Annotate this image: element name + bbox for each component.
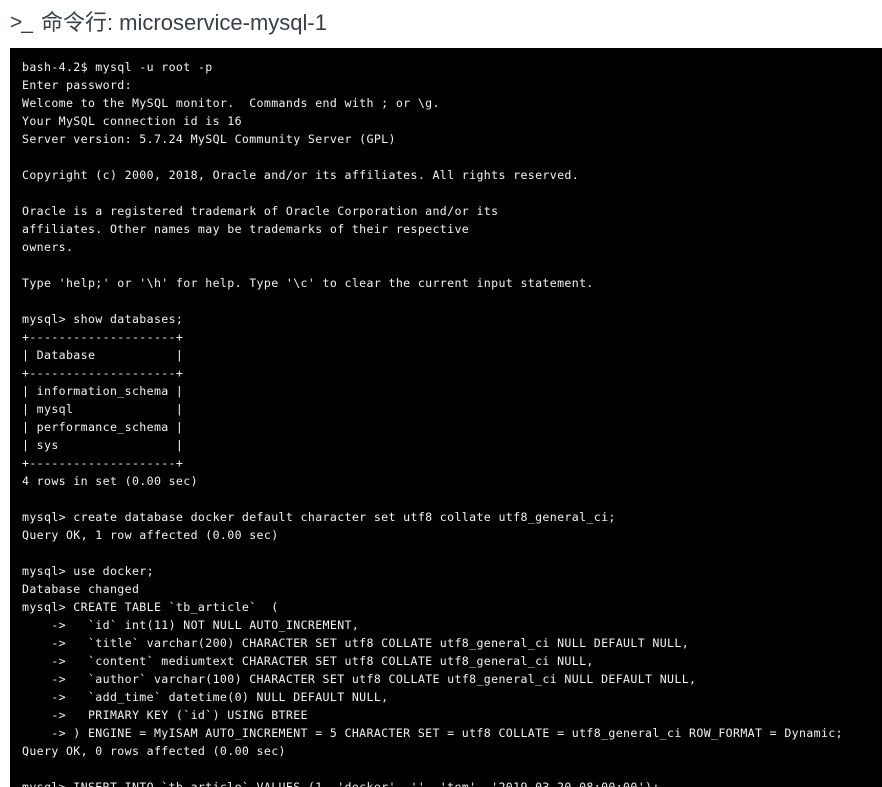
terminal-line: Copyright (c) 2000, 2018, Oracle and/or … [22,168,580,182]
terminal-line: -> `content` mediumtext CHARACTER SET ut… [22,654,594,668]
terminal-line: +--------------------+ [22,366,184,380]
page-title: 命令行: microservice-mysql-1 [40,10,327,35]
terminal-line: Your MySQL connection id is 16 [22,114,242,128]
terminal-page: >_ 命令行: microservice-mysql-1 bash-4.2$ m… [0,0,882,787]
terminal-line: affiliates. Other names may be trademark… [22,222,470,236]
terminal-line: Query OK, 1 row affected (0.00 sec) [22,528,279,542]
terminal-line: mysql> use docker; [22,564,154,578]
terminal-line: owners. [22,240,74,254]
terminal-line: -> PRIMARY KEY (`id`) USING BTREE [22,708,308,722]
terminal-line: Enter password: [22,78,132,92]
terminal-line: mysql> show databases; [22,312,184,326]
terminal-line: Welcome to the MySQL monitor. Commands e… [22,96,440,110]
terminal-line: | information_schema | [22,384,184,398]
window-header: >_ 命令行: microservice-mysql-1 [0,0,882,46]
terminal-line: Query OK, 0 rows affected (0.00 sec) [22,744,286,758]
terminal-line: mysql> CREATE TABLE `tb_article` ( [22,600,279,614]
terminal-line: -> `id` int(11) NOT NULL AUTO_INCREMENT, [22,618,360,632]
terminal-line: 4 rows in set (0.00 sec) [22,474,198,488]
terminal-line: -> `add_time` datetime(0) NULL DEFAULT N… [22,690,389,704]
terminal-line: Database changed [22,582,140,596]
terminal-line: mysql> create database docker default ch… [22,510,616,524]
terminal-line: mysql> INSERT INTO `tb_article` VALUES (… [22,780,660,787]
terminal-line: Oracle is a registered trademark of Orac… [22,204,499,218]
terminal-output-panel[interactable]: bash-4.2$ mysql -u root -p Enter password… [10,48,882,787]
terminal-line: | mysql | [22,402,184,416]
terminal-line: | sys | [22,438,184,452]
terminal-line: +--------------------+ [22,330,184,344]
terminal-line: bash-4.2$ mysql -u root -p [22,60,213,74]
prompt-icon: >_ [10,10,33,34]
terminal-line: | Database | [22,348,184,362]
terminal-line: +--------------------+ [22,456,184,470]
terminal-line: -> `title` varchar(200) CHARACTER SET ut… [22,636,690,650]
terminal-line: -> ) ENGINE = MyISAM AUTO_INCREMENT = 5 … [22,726,843,740]
terminal-line: | performance_schema | [22,420,184,434]
terminal-line: Type 'help;' or '\h' for help. Type '\c'… [22,276,594,290]
terminal-line: Server version: 5.7.24 MySQL Community S… [22,132,396,146]
terminal-text[interactable]: bash-4.2$ mysql -u root -p Enter password… [22,58,882,787]
terminal-line: -> `author` varchar(100) CHARACTER SET u… [22,672,697,686]
